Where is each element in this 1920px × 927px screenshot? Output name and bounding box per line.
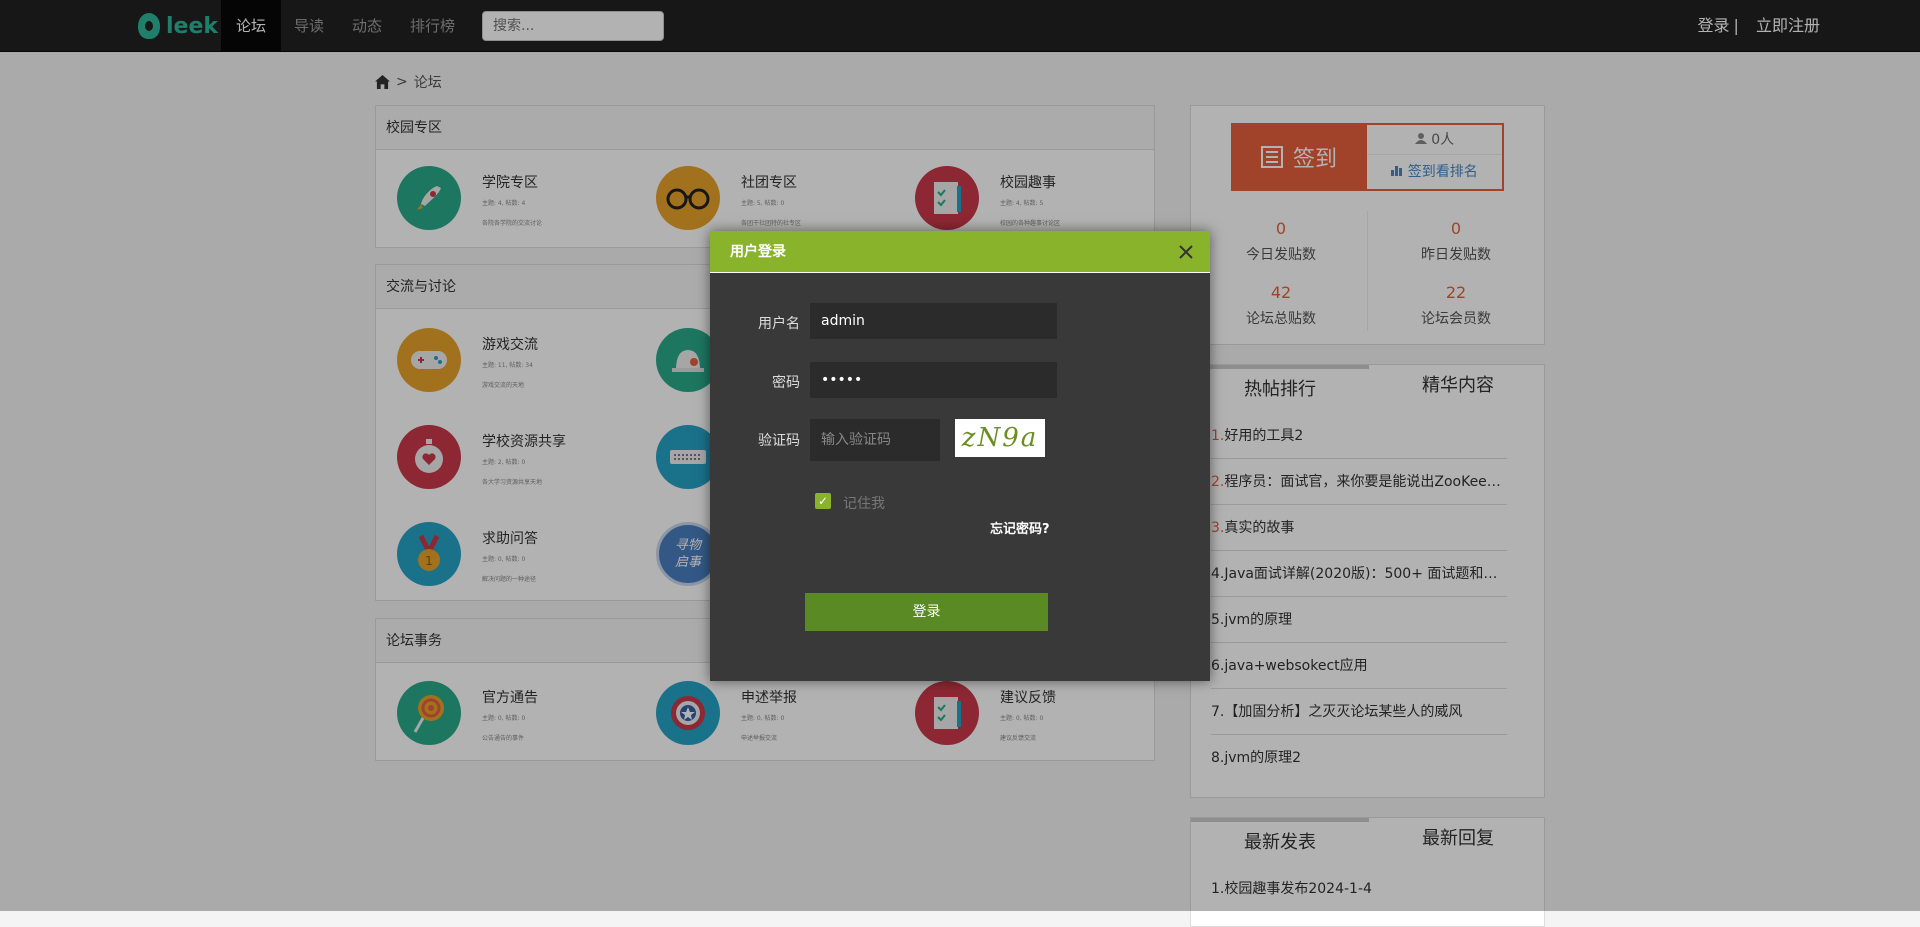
password-label: 密码 [772, 375, 800, 391]
password-field[interactable]: ••••• [810, 362, 1057, 398]
username-label: 用户名 [758, 316, 800, 332]
modal-title: 用户登录 [730, 244, 786, 260]
login-modal: 用户登录 用户名 admin 密码 ••••• 验证码 输入验证码 zN9a ✓… [710, 231, 1210, 681]
captcha-image[interactable]: zN9a [955, 419, 1045, 457]
captcha-text: zN9a [961, 423, 1039, 453]
username-field[interactable]: admin [810, 303, 1057, 339]
forgot-password-link[interactable]: 忘记密码? [990, 518, 1050, 537]
captcha-field[interactable]: 输入验证码 [810, 419, 940, 461]
captcha-label: 验证码 [758, 433, 800, 449]
login-button[interactable]: 登录 [805, 593, 1048, 631]
close-icon[interactable] [1178, 244, 1194, 260]
remember-checkbox[interactable]: ✓ [815, 493, 831, 509]
modal-header: 用户登录 [710, 231, 1210, 273]
remember-label: 记住我 [843, 496, 885, 512]
